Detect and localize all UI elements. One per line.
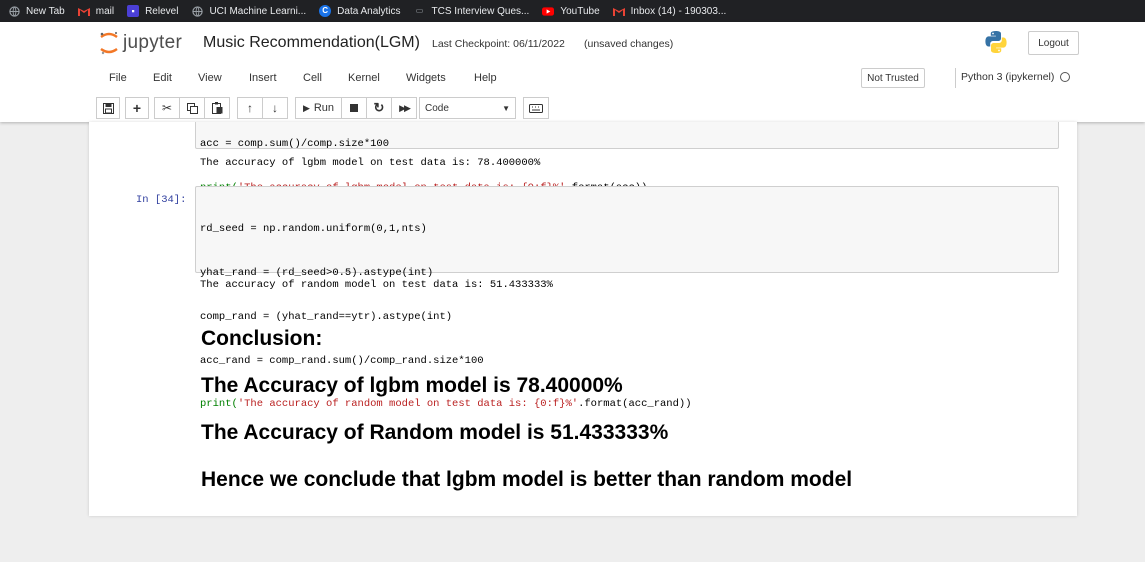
python-logo-icon (984, 30, 1008, 59)
unsaved-changes: (unsaved changes) (584, 38, 674, 50)
markdown-line: Hence we conclude that lgbm model is bet… (201, 468, 853, 491)
kernel-indicator: Python 3 (ipykernel) (955, 71, 1071, 83)
plus-icon: + (132, 100, 142, 116)
scissors-icon: ✂ (161, 101, 173, 115)
jupyter-logo[interactable]: jupyter (99, 31, 182, 55)
restart-icon: ↻ (373, 100, 385, 115)
notebook-container: acc = comp.sum()/comp.size*100 print('Th… (89, 122, 1077, 516)
bookmark-youtube[interactable]: YouTube (542, 5, 600, 17)
data-analytics-icon: C (319, 5, 332, 17)
restart-button[interactable]: ↻ (366, 97, 392, 119)
menu-kernel[interactable]: Kernel (348, 72, 380, 84)
cell-output: The accuracy of random model on test dat… (200, 279, 553, 291)
bookmark-label: TCS Interview Ques... (431, 5, 530, 17)
bookmark-data-analytics[interactable]: C Data Analytics (319, 5, 401, 17)
bookmark-label: UCI Machine Learni... (209, 5, 307, 17)
cell-prompt: In [34]: (136, 194, 187, 206)
bookmark-label: New Tab (26, 5, 65, 17)
cell-type-select[interactable]: Code ▼ (419, 97, 516, 119)
code-line: acc_rand = comp_rand.sum()/comp_rand.siz… (200, 354, 484, 367)
jupyter-logo-text: jupyter (123, 32, 183, 53)
code-line: print('The accuracy of random model on t… (200, 398, 692, 411)
jupyter-logo-icon (100, 31, 118, 55)
arrow-up-icon: ↑ (247, 101, 253, 115)
cell-output: The accuracy of lgbm model on test data … (200, 157, 541, 169)
relevel-icon: ▪ (127, 5, 140, 17)
paste-icon (211, 102, 222, 114)
gmail-icon (77, 5, 90, 17)
menu-view[interactable]: View (198, 72, 222, 84)
cell-type-value: Code (425, 102, 449, 114)
move-up-button[interactable]: ↑ (237, 97, 263, 119)
menu-edit[interactable]: Edit (153, 72, 172, 84)
chevron-down-icon: ▼ (502, 103, 510, 113)
notebook-title[interactable]: Music Recommendation(LGM) (203, 34, 420, 52)
play-icon: ▶ (302, 102, 310, 113)
arrow-down-icon: ↓ (272, 101, 278, 115)
keyboard-icon (529, 103, 543, 113)
code-line: rd_seed = np.random.uniform(0,1,nts) (200, 223, 427, 236)
bookmark-mail[interactable]: mail (77, 5, 115, 17)
restart-run-all-button[interactable]: ▶▶ (391, 97, 417, 119)
menu-cell[interactable]: Cell (303, 72, 322, 84)
bookmark-relevel[interactable]: ▪ Relevel (127, 5, 178, 17)
bookmark-label: mail (95, 5, 115, 17)
markdown-heading: Conclusion: (201, 327, 323, 350)
insert-cell-button[interactable]: + (125, 97, 149, 119)
copy-button[interactable] (179, 97, 205, 119)
tcs-icon: ▭ (415, 6, 424, 15)
last-checkpoint: Last Checkpoint: 06/11/2022 (432, 38, 565, 50)
save-button[interactable] (96, 97, 120, 119)
bookmark-label: YouTube (560, 5, 600, 17)
run-label: Run (313, 102, 335, 114)
fast-forward-icon: ▶▶ (399, 102, 411, 113)
paste-button[interactable] (204, 97, 230, 119)
bookmark-label: Inbox (14) - 190303... (630, 5, 727, 17)
bookmark-new-tab[interactable]: New Tab (8, 5, 65, 17)
code-line: comp_rand = (yhat_rand==ytr).astype(int) (200, 310, 453, 323)
code-line: acc = comp.sum()/comp.size*100 (200, 138, 390, 151)
move-down-button[interactable]: ↓ (262, 97, 288, 119)
run-button[interactable]: ▶ Run (295, 97, 342, 119)
markdown-line: The Accuracy of lgbm model is 78.40000% (201, 374, 623, 397)
menu-help[interactable]: Help (474, 72, 497, 84)
logout-button[interactable]: Logout (1028, 31, 1079, 55)
cut-button[interactable]: ✂ (154, 97, 180, 119)
menu-insert[interactable]: Insert (249, 72, 277, 84)
stop-icon (350, 104, 358, 112)
trust-indicator[interactable]: Not Trusted (861, 68, 925, 88)
bookmark-label: Data Analytics (337, 5, 401, 17)
menu-widgets[interactable]: Widgets (406, 72, 446, 84)
bookmark-label: Relevel (145, 5, 179, 17)
globe-icon (191, 5, 203, 17)
bookmark-uci[interactable]: UCI Machine Learni... (191, 5, 306, 17)
kernel-name[interactable]: Python 3 (ipykernel) (961, 71, 1054, 83)
gmail-icon (612, 5, 625, 17)
notebook-header: jupyter Music Recommendation(LGM) Last C… (0, 22, 1145, 122)
youtube-icon (542, 5, 555, 17)
bookmark-inbox[interactable]: Inbox (14) - 190303... (612, 5, 727, 17)
globe-icon (8, 5, 20, 17)
bookmarks-bar: New Tab mail ▪ Relevel UCI Machine Learn… (0, 0, 1145, 22)
command-palette-button[interactable] (523, 97, 549, 119)
menu-file[interactable]: File (109, 72, 127, 84)
code-cell-input[interactable]: acc = comp.sum()/comp.size*100 print('Th… (195, 122, 1059, 194)
markdown-line: The Accuracy of Random model is 51.43333… (201, 421, 669, 444)
interrupt-button[interactable] (341, 97, 367, 119)
code-cell-input[interactable]: rd_seed = np.random.uniform(0,1,nts) yha… (195, 186, 1059, 410)
copy-icon (186, 102, 198, 114)
kernel-status-icon (1060, 72, 1071, 82)
bookmark-tcs[interactable]: ▭ TCS Interview Ques... (414, 5, 530, 17)
save-icon (102, 102, 114, 114)
